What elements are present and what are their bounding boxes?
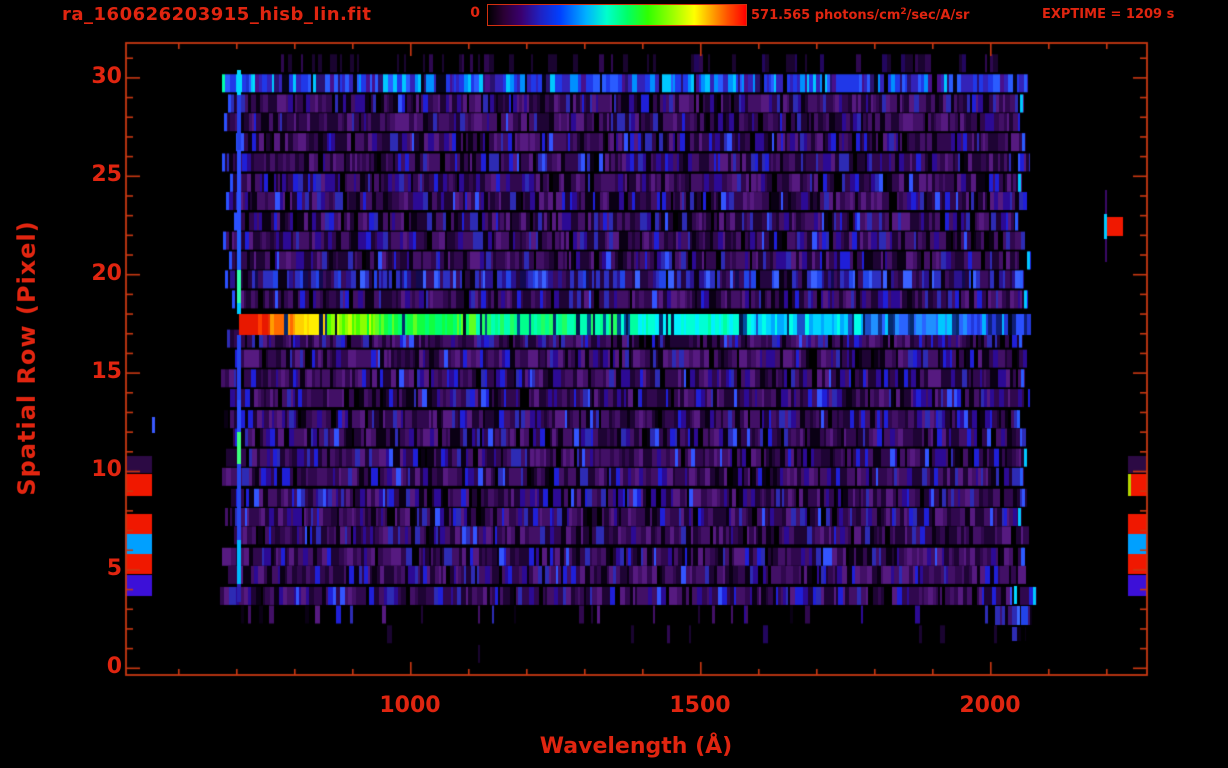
y-tick-label-15: 15 bbox=[91, 359, 122, 384]
spectrogram-canvas bbox=[0, 0, 1228, 768]
colorbar-gradient bbox=[487, 4, 747, 26]
y-tick-label-10: 10 bbox=[91, 457, 122, 482]
y-tick-label-5: 5 bbox=[106, 556, 122, 581]
exptime-label: EXPTIME = 1209 s bbox=[1042, 7, 1175, 22]
x-tick-label-1000: 1000 bbox=[379, 693, 441, 718]
x-axis-title: Wavelength (Å) bbox=[539, 734, 733, 759]
colorbar-min-label: 0 bbox=[470, 5, 480, 21]
y-tick-label-30: 30 bbox=[91, 64, 122, 89]
colorbar-unit-suffix: /sec/A/sr bbox=[906, 8, 970, 23]
x-tick-label-2000: 2000 bbox=[959, 693, 1021, 718]
y-tick-label-0: 0 bbox=[106, 654, 122, 679]
y-tick-label-25: 25 bbox=[91, 162, 122, 187]
colorbar-max-label: 571.565 photons/cm2/sec/A/sr bbox=[751, 7, 970, 23]
colorbar-max-value: 571.565 bbox=[751, 8, 811, 23]
y-tick-label-20: 20 bbox=[91, 261, 122, 286]
colorbar-unit-prefix: photons/cm bbox=[810, 8, 901, 23]
y-axis-title: Spatial Row (Pixel) bbox=[12, 220, 41, 496]
window-title: ra_160626203915_hisb_lin.fit bbox=[62, 4, 372, 25]
x-tick-label-1500: 1500 bbox=[669, 693, 731, 718]
